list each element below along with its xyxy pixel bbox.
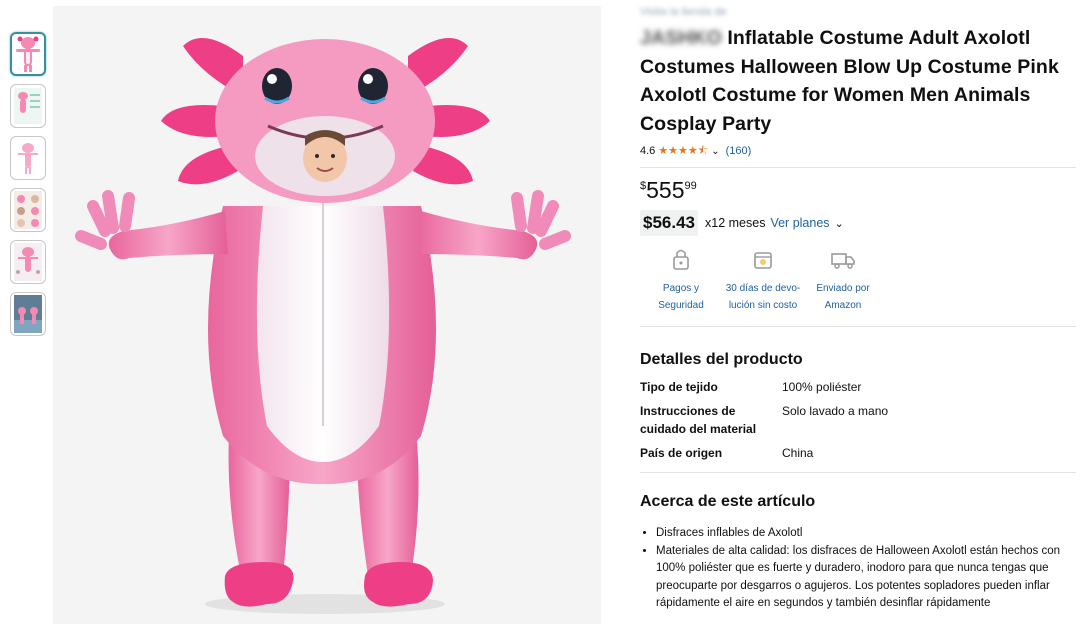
product-info-panel: Visita la tienda de JASHKO Inflatable Co…: [640, 0, 1076, 613]
detail-row-origin: País de origen China: [640, 444, 1076, 462]
thumbnail-5[interactable]: [10, 240, 46, 284]
thumbnail-strip: [10, 32, 50, 344]
product-title: JASHKO Inflatable Costume Adult Axolotl …: [640, 24, 1076, 138]
feature-secure-payment[interactable]: Pagos y Seguridad: [640, 246, 722, 326]
installment-term: x12 meses: [705, 216, 766, 230]
detail-value: China: [782, 446, 814, 460]
main-product-image[interactable]: [53, 6, 601, 624]
store-link[interactable]: Visita la tienda de: [640, 6, 1076, 20]
product-details-heading: Detalles del producto: [640, 351, 803, 368]
installment-plans-link[interactable]: Ver planes: [770, 216, 829, 230]
star-icon: ★: [668, 144, 679, 157]
feature-label: 30 días de devo-lución sin costo: [725, 283, 801, 311]
review-count-link[interactable]: (160): [726, 145, 752, 157]
about-bullets: Disfraces inflables de Axolotl Materiale…: [640, 525, 1070, 613]
detail-row-care: Instrucciones de cuidado del material Sol…: [640, 402, 1076, 438]
list-item: Materiales de alta calidad: los disfrace…: [656, 543, 1070, 613]
axolotl-costume-image: [53, 6, 601, 624]
about-item-heading: Acerca de este artículo: [640, 493, 816, 510]
star-icon: ★: [658, 144, 669, 157]
detail-key: Tipo de tejido: [640, 380, 718, 394]
divider: [640, 472, 1076, 473]
installment-row: $56.43 x12 meses Ver planes ⌄: [640, 210, 1076, 236]
axolotl-thumbnail-image: [14, 243, 42, 281]
feature-icons-row: Pagos y Seguridad 30 días de devo-lución …: [640, 246, 1076, 326]
half-star-icon: ⯪: [697, 144, 709, 157]
axolotl-features-thumbnail: [14, 191, 42, 229]
chevron-down-icon[interactable]: ⌄: [835, 217, 844, 230]
feature-free-returns[interactable]: 30 días de devo-lución sin costo: [724, 246, 802, 326]
product-details-table: Tipo de tejido 100% poliéster Instruccio…: [640, 378, 1076, 462]
thumbnail-4[interactable]: [10, 188, 46, 232]
star-rating[interactable]: ★ ★ ★ ★ ⯪: [658, 144, 709, 157]
axolotl-thumbnail-image: [16, 36, 40, 72]
thumbnail-1[interactable]: [10, 32, 46, 76]
star-icon: ★: [687, 144, 698, 157]
feature-label: Pagos y Seguridad: [658, 283, 704, 311]
axolotl-party-thumbnail: [14, 295, 42, 333]
feature-label: Enviado por Amazon: [816, 283, 870, 311]
lock-icon: [668, 246, 694, 272]
price-whole: 555: [646, 177, 685, 203]
rating-row: 4.6 ★ ★ ★ ★ ⯪ ⌄ (160): [640, 144, 1076, 158]
thumbnail-6[interactable]: [10, 292, 46, 336]
axolotl-size-chart-thumbnail: [14, 88, 42, 124]
thumbnail-2[interactable]: [10, 84, 46, 128]
price-fraction: 99: [684, 180, 697, 192]
detail-value: 100% poliéster: [782, 380, 862, 394]
installment-amount: $56.43: [640, 210, 698, 236]
feature-shipped-by-amazon[interactable]: Enviado por Amazon: [804, 246, 882, 326]
rating-value: 4.6: [640, 145, 656, 157]
star-icon: ★: [678, 144, 688, 157]
detail-value: Solo lavado a mano: [782, 404, 889, 418]
axolotl-thumbnail-image: [18, 143, 38, 174]
list-item: Disfraces inflables de Axolotl: [656, 525, 1070, 543]
divider: [640, 326, 1076, 327]
brand-name: JASHKO: [640, 27, 722, 49]
divider: [640, 167, 1076, 168]
price: $ 555 99: [640, 176, 1076, 208]
detail-key: Instrucciones de cuidado del material: [640, 404, 757, 436]
chevron-down-icon[interactable]: ⌄: [711, 146, 719, 157]
detail-key: País de origen: [640, 446, 723, 460]
detail-row-fabric: Tipo de tejido 100% poliéster: [640, 378, 1076, 396]
return-box-icon: [750, 246, 776, 272]
truck-icon: [830, 246, 856, 272]
thumbnail-3[interactable]: [10, 136, 46, 180]
